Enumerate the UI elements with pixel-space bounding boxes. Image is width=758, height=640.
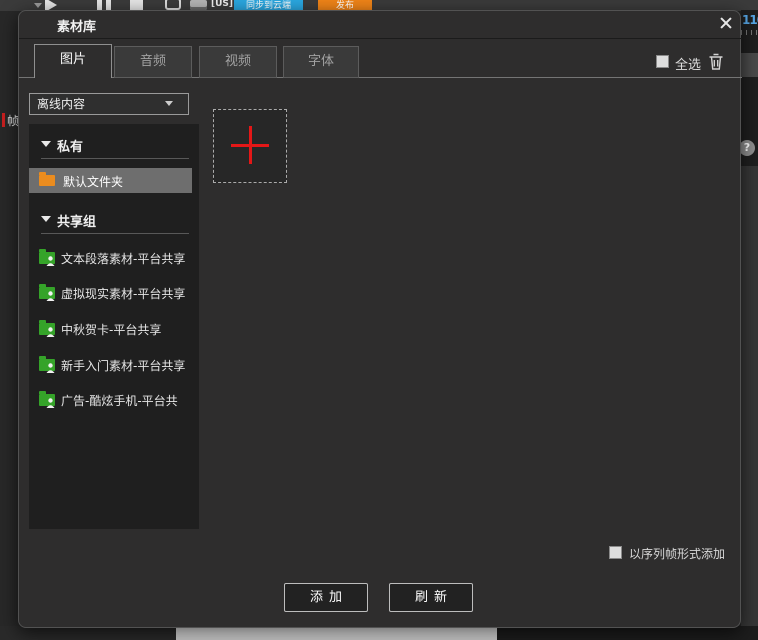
- timeline-ruler-number: 110: [742, 13, 758, 27]
- chevron-down-icon: [165, 101, 173, 106]
- sidebar-item-shared-folder[interactable]: 文本段落素材-平台共享: [29, 248, 199, 268]
- select-all-checkbox[interactable]: [656, 55, 669, 68]
- sidebar-item-label: 虚拟现实素材-平台共享: [61, 285, 185, 302]
- person-icon: [46, 398, 55, 408]
- sidebar-item-label: 文本段落素材-平台共享: [61, 250, 185, 267]
- private-section-header[interactable]: 私有: [57, 136, 83, 155]
- select-all-label: 全选: [675, 54, 701, 73]
- left-panel-strip: 帧: [0, 11, 20, 628]
- bottom-panel-right: [497, 626, 758, 640]
- person-icon: [46, 327, 55, 337]
- export-icon[interactable]: [165, 0, 181, 10]
- section-separator: [41, 158, 189, 159]
- plus-icon: [249, 126, 252, 164]
- sidebar-item-label: 广告-酷炫手机-平台共: [61, 392, 178, 409]
- trash-icon[interactable]: [708, 52, 724, 71]
- help-button[interactable]: ?: [741, 140, 755, 156]
- sidebar-item-shared-folder[interactable]: 广告-酷炫手机-平台共: [29, 390, 199, 410]
- sidebar-item-label: 默认文件夹: [63, 173, 123, 190]
- material-library-dialog: 素材库 图片 音频 视频 字体 全选 离线内容 私有 默认文件夹: [18, 10, 741, 628]
- section-separator: [41, 233, 189, 234]
- title-separator: [19, 38, 742, 39]
- toolbar-dropdown-caret-icon[interactable]: [34, 3, 42, 8]
- tab-image[interactable]: 图片: [34, 44, 112, 78]
- person-icon: [46, 363, 55, 373]
- sidebar-item-label: 新手入门素材-平台共享: [61, 357, 185, 374]
- folder-icon: [39, 175, 55, 186]
- sidebar-item-shared-folder[interactable]: 虚拟现实素材-平台共享: [29, 283, 199, 303]
- tab-audio[interactable]: 音频: [114, 46, 192, 78]
- panel-fragment: [741, 166, 758, 628]
- sidebar-item-label: 中秋贺卡-平台共享: [61, 321, 161, 338]
- sidebar-item-shared-folder[interactable]: 新手入门素材-平台共享: [29, 355, 199, 375]
- refresh-button[interactable]: 刷新: [389, 583, 473, 612]
- tab-video[interactable]: 视频: [199, 46, 277, 78]
- person-icon: [46, 256, 55, 266]
- add-material-tile[interactable]: [213, 109, 287, 183]
- collapse-caret-icon[interactable]: [41, 141, 51, 147]
- close-icon[interactable]: [718, 15, 734, 31]
- us-format-icon[interactable]: [US]: [211, 0, 233, 9]
- collapse-caret-icon[interactable]: [41, 216, 51, 222]
- sequence-frames-label: 以序列帧形式添加: [629, 545, 725, 562]
- add-button[interactable]: 添加: [284, 583, 368, 612]
- dialog-title: 素材库: [57, 16, 96, 35]
- person-icon: [46, 291, 55, 301]
- timeline-ruler-ticks: [741, 30, 758, 35]
- tab-font[interactable]: 字体: [283, 46, 359, 78]
- sidebar-item-default-folder[interactable]: 默认文件夹: [29, 168, 192, 193]
- bottom-panel-left: [0, 626, 176, 640]
- sequence-frames-checkbox[interactable]: [609, 546, 622, 559]
- film-icon[interactable]: [190, 0, 207, 10]
- clip-marker: [2, 113, 5, 127]
- right-panel-strip: 110 ?: [741, 10, 758, 628]
- shared-section-header[interactable]: 共享组: [57, 211, 96, 230]
- bottom-timeline-strip: [176, 626, 497, 640]
- folder-sidebar: 私有 默认文件夹 共享组 文本段落素材-平台共享: [29, 124, 199, 529]
- panel-fragment: [741, 53, 758, 77]
- sidebar-item-shared-folder[interactable]: 中秋贺卡-平台共享: [29, 319, 199, 339]
